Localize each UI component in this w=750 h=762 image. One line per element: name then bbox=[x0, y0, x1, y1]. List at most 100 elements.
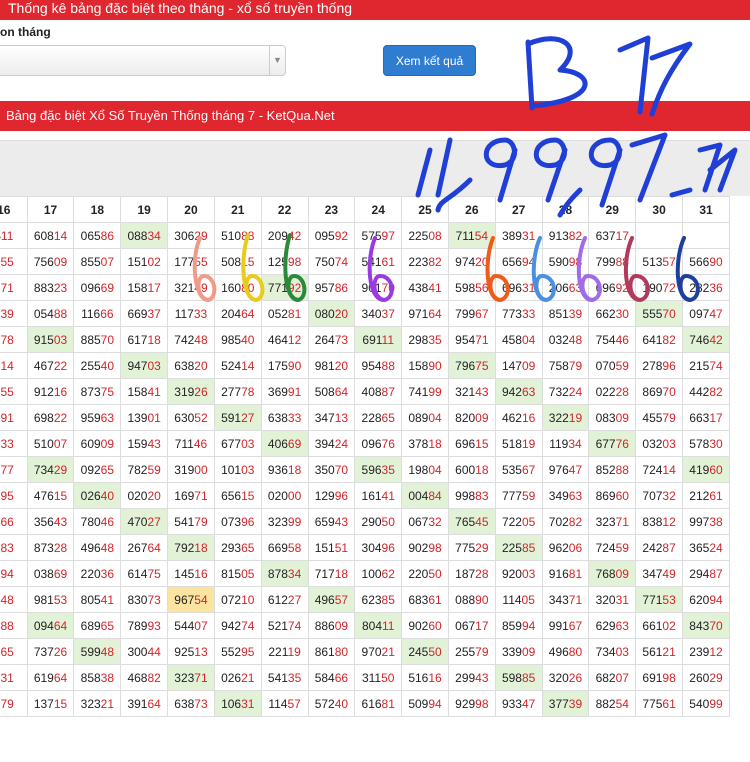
result-head-digits: 869 bbox=[595, 488, 616, 503]
result-head-digits: 775 bbox=[642, 696, 663, 711]
result-head-digits: 097 bbox=[689, 306, 710, 321]
result-cell: 57240 bbox=[307, 690, 356, 717]
result-cell: 77759 bbox=[494, 482, 543, 509]
result-tail-digits: 15 bbox=[241, 254, 255, 269]
result-cell: 88570 bbox=[73, 326, 122, 353]
result-cell: 77529 bbox=[447, 534, 496, 561]
result-cell: 194 bbox=[0, 560, 28, 587]
result-tail-digits: 81 bbox=[287, 306, 302, 321]
result-cell: 63833 bbox=[260, 404, 309, 431]
result-tail-digits: 74 bbox=[709, 358, 723, 373]
result-head-digits: 901 bbox=[361, 280, 382, 295]
result-tail-digits: 96 bbox=[381, 540, 395, 555]
result-tail-digits: 19 bbox=[521, 436, 536, 451]
result-cell: 94263 bbox=[494, 378, 543, 405]
result-tail-digits: 43 bbox=[475, 384, 489, 399]
result-tail-digits: 17 bbox=[475, 618, 489, 633]
result-tail-digits: 69 bbox=[100, 280, 115, 295]
result-head-digits: 067 bbox=[408, 514, 429, 529]
result-tail-digits: 86 bbox=[100, 228, 115, 243]
result-head-digits: 754 bbox=[595, 332, 616, 347]
result-cell: 91382 bbox=[541, 222, 590, 249]
result-head-digits: 377 bbox=[548, 696, 569, 711]
result-tail-digits: 97 bbox=[381, 228, 395, 243]
result-head-digits: 540 bbox=[689, 696, 710, 711]
result-cell: 511 bbox=[0, 222, 28, 249]
result-head-digits: 442 bbox=[689, 384, 710, 399]
result-tail-digits: 20 bbox=[334, 306, 349, 321]
result-head-digits: 669 bbox=[127, 306, 148, 321]
result-cell: 97647 bbox=[541, 456, 590, 483]
view-results-button[interactable]: Xem kết quả bbox=[383, 45, 476, 76]
result-head-digits: 096 bbox=[361, 436, 382, 451]
result-cell: 32219 bbox=[541, 404, 590, 431]
result-tail-digits: 31 bbox=[521, 280, 536, 295]
result-cell: 29365 bbox=[213, 534, 262, 561]
result-cell: 08904 bbox=[401, 404, 449, 431]
special-prize-table: 16171819202122232425262728293031 5116081… bbox=[0, 196, 730, 717]
result-head-digits: 204 bbox=[221, 306, 242, 321]
result-tail-digits: 43 bbox=[147, 436, 161, 451]
result-cell: 36991 bbox=[260, 378, 309, 405]
result-head-digits: 843 bbox=[689, 618, 710, 633]
result-head-digits: 095 bbox=[314, 228, 335, 243]
result-head-digits: 920 bbox=[501, 566, 522, 581]
result-tail-digits: 73 bbox=[334, 332, 349, 347]
result-cell: 57830 bbox=[682, 430, 730, 457]
result-head-digits: 916 bbox=[548, 566, 569, 581]
result-head-digits: 765 bbox=[455, 514, 476, 529]
result-tail-digits: 31 bbox=[521, 228, 536, 243]
result-head-digits: 771 bbox=[642, 592, 663, 607]
chevron-down-icon: ▼ bbox=[269, 46, 285, 75]
result-tail-digits: 20 bbox=[147, 488, 161, 503]
result-tail-digits: 03 bbox=[147, 358, 161, 373]
result-tail-digits: 02 bbox=[662, 618, 676, 633]
result-tail-digits: 35 bbox=[428, 332, 442, 347]
result-cell: 12996 bbox=[307, 482, 356, 509]
result-tail-digits: 94 bbox=[709, 592, 723, 607]
result-head-digits: 663 bbox=[689, 410, 710, 425]
result-tail-digits: 78 bbox=[0, 332, 14, 347]
result-tail-digits: 55 bbox=[0, 384, 14, 399]
result-tail-digits: 10 bbox=[241, 592, 255, 607]
result-head-digits: 220 bbox=[408, 566, 429, 581]
result-head-digits: 561 bbox=[642, 644, 663, 659]
result-cell: 37739 bbox=[541, 690, 590, 717]
result-head-digits: 590 bbox=[548, 254, 569, 269]
result-cell: 33909 bbox=[494, 638, 543, 665]
result-head-digits: 026 bbox=[221, 670, 242, 685]
result-tail-digits: 00 bbox=[194, 462, 208, 477]
result-cell: 75446 bbox=[588, 326, 637, 353]
result-head-digits: 119 bbox=[549, 436, 569, 451]
result-cell: 16080 bbox=[213, 274, 262, 301]
result-cell: 20942 bbox=[260, 222, 309, 249]
result-tail-digits: 07 bbox=[615, 670, 629, 685]
result-cell: 54161 bbox=[354, 248, 403, 275]
result-head-digits: 575 bbox=[361, 228, 382, 243]
result-cell: 92513 bbox=[167, 638, 215, 665]
result-head-digits: 147 bbox=[501, 358, 522, 373]
result-tail-digits: 91 bbox=[287, 384, 302, 399]
result-head-digits: 299 bbox=[455, 670, 476, 685]
result-head-digits: 129 bbox=[314, 488, 335, 503]
result-cell: 74248 bbox=[167, 326, 215, 353]
result-head-digits: 913 bbox=[548, 228, 569, 243]
month-select[interactable]: ▼ bbox=[0, 45, 286, 76]
result-head-digits: 294 bbox=[689, 566, 710, 581]
result-tail-digits: 94 bbox=[428, 696, 442, 711]
result-tail-digits: 45 bbox=[475, 514, 489, 529]
result-cell: 74199 bbox=[401, 378, 449, 405]
result-tail-digits: 54 bbox=[194, 592, 208, 607]
result-tail-digits: 47 bbox=[568, 462, 583, 477]
result-tail-digits: 82 bbox=[709, 384, 723, 399]
result-cell: 19072 bbox=[635, 274, 683, 301]
result-head-digits: 020 bbox=[267, 488, 288, 503]
result-head-digits: 598 bbox=[501, 670, 522, 685]
result-tail-digits: 01 bbox=[147, 410, 161, 425]
result-head-digits: 682 bbox=[595, 670, 616, 685]
result-cell: 22036 bbox=[73, 560, 122, 587]
result-head-digits: 947 bbox=[127, 358, 148, 373]
result-head-digits: 566 bbox=[689, 254, 710, 269]
result-head-digits: 096 bbox=[80, 280, 101, 295]
result-cell: 94274 bbox=[213, 612, 262, 639]
